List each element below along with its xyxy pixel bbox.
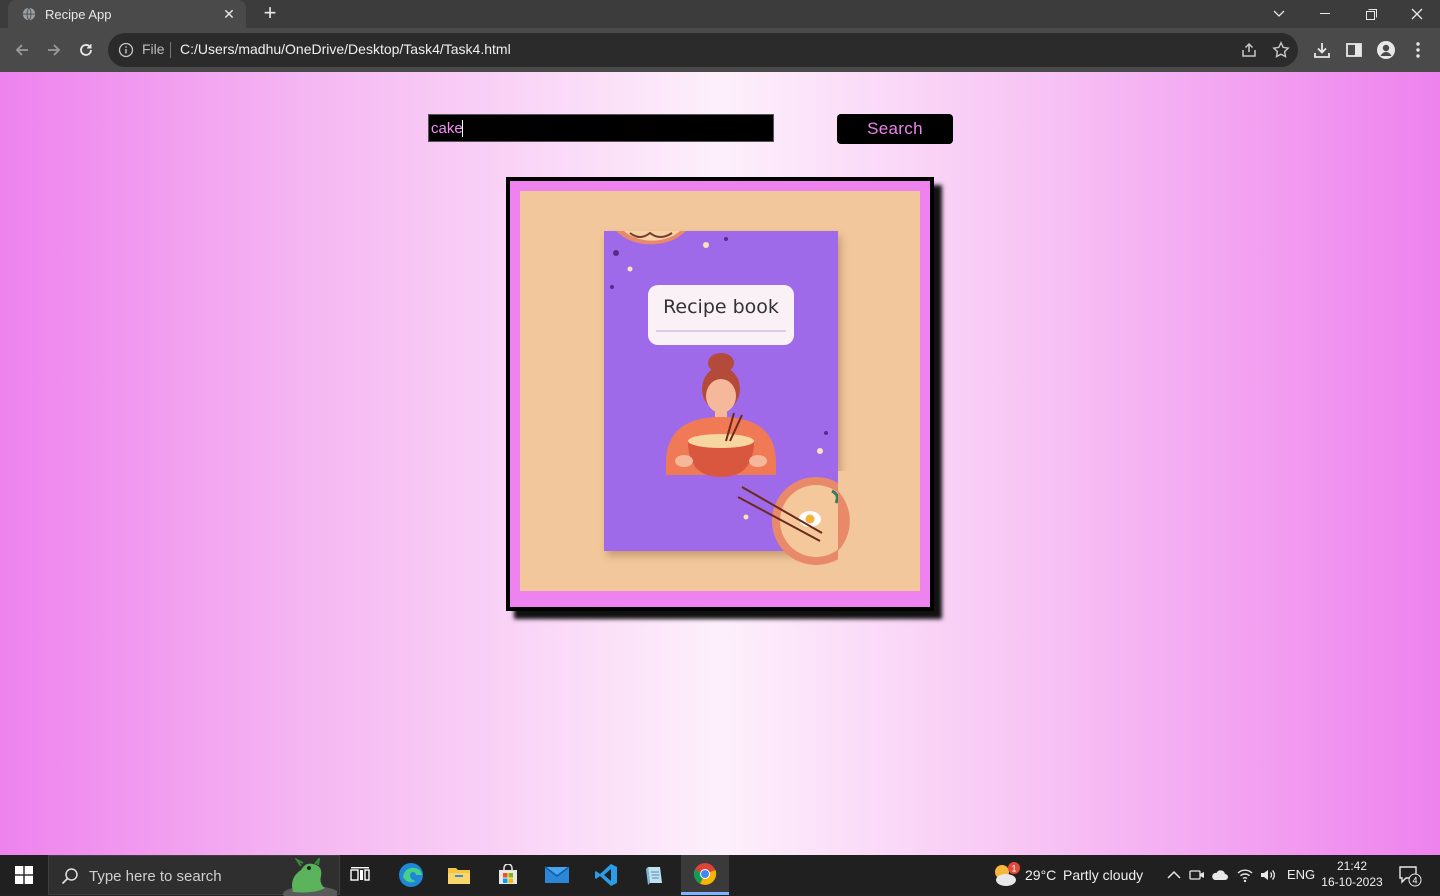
info-icon[interactable] [118,42,134,58]
weather-temperature[interactable]: 29°C [1025,867,1056,883]
forward-button[interactable] [40,36,68,64]
task-view-icon [350,867,370,881]
recipe-search-input[interactable] [428,114,774,142]
taskbar-file-explorer-app[interactable] [435,855,483,895]
store-icon [499,864,517,884]
restore-button[interactable] [1348,0,1394,28]
windows-taskbar: Type here to search 1 29°C Partly cloudy… [0,855,1440,896]
taskbar-edge-app[interactable] [387,855,435,895]
clock-date: 16-10-2023 [1321,875,1383,889]
globe-icon [22,7,36,21]
wifi-icon[interactable] [1236,866,1254,884]
minimize-button[interactable] [1302,0,1348,28]
volume-icon[interactable] [1259,866,1277,884]
show-hidden-icons-chevron-icon[interactable] [1165,866,1183,884]
url-text[interactable]: C:/Users/madhu/OneDrive/Desktop/Task4/Ta… [180,41,511,57]
onedrive-cloud-icon[interactable] [1211,866,1229,884]
taskbar-mail-app[interactable] [533,855,581,895]
recipe-card: Recipe book [506,177,934,611]
new-tab-button[interactable]: + [258,2,282,26]
recipe-app-page: Search Recipe bo [0,72,1440,855]
downloads-icon[interactable] [1311,39,1333,61]
weather-badge: 1 [1011,864,1016,874]
recipe-book-title: Recipe book [663,296,779,318]
browser-toolbar: File C:/Users/madhu/OneDrive/Desktop/Tas… [0,28,1440,73]
close-window-button[interactable] [1394,0,1440,28]
profile-avatar-icon[interactable] [1375,39,1397,61]
back-button[interactable] [8,36,36,64]
weather-partly-cloudy-icon[interactable]: 1 [992,862,1020,888]
clock-time: 21:42 [1336,859,1368,873]
taskbar-vscode-app[interactable] [582,855,630,895]
browser-titlebar: Recipe App ✕ + [0,0,1440,28]
windows-start-button[interactable] [0,855,48,895]
input-language[interactable]: ENG [1287,867,1315,882]
taskbar-search-box[interactable]: Type here to search [48,855,340,896]
windows-logo-icon [15,866,33,884]
folder-icon [448,868,470,884]
search-icon [61,868,78,885]
taskbar-search-placeholder: Type here to search [89,868,222,885]
text-caret [462,120,463,137]
taskbar-chrome-app[interactable] [681,855,729,895]
address-bar[interactable]: File C:/Users/madhu/OneDrive/Desktop/Tas… [108,33,1298,67]
side-panel-icon[interactable] [1343,39,1365,61]
task-view-button[interactable] [336,855,384,895]
vscode-icon [595,864,617,886]
bookmark-star-icon[interactable] [1272,41,1290,59]
reload-button[interactable] [72,36,100,64]
chrome-icon [693,862,717,885]
browser-menu-icon[interactable] [1407,39,1429,61]
weather-description[interactable]: Partly cloudy [1063,867,1143,883]
taskbar-store-app[interactable] [484,855,532,895]
share-icon[interactable] [1240,41,1258,59]
edge-icon [399,863,423,887]
notepad-icon [646,867,662,885]
omnibox-divider [170,42,171,58]
taskbar-notepad-app[interactable] [631,855,679,895]
tab-title: Recipe App [45,6,112,22]
mail-icon [544,866,570,883]
recipe-book-illustration: Recipe book [520,191,920,591]
tab-search-chevron-icon[interactable] [1256,0,1302,28]
dragon-search-highlight-icon [283,858,337,896]
notification-count: 4 [1412,876,1417,886]
site-scheme-label: File [142,41,165,57]
browser-tab-recipe-app[interactable]: Recipe App ✕ [8,0,246,28]
tab-close-icon[interactable]: ✕ [218,3,240,25]
clock[interactable]: 21:42 16-10-2023 [1318,858,1386,892]
notifications-icon[interactable]: 4 [1398,864,1422,888]
meet-now-icon[interactable] [1188,866,1206,884]
search-button[interactable]: Search [837,114,953,144]
